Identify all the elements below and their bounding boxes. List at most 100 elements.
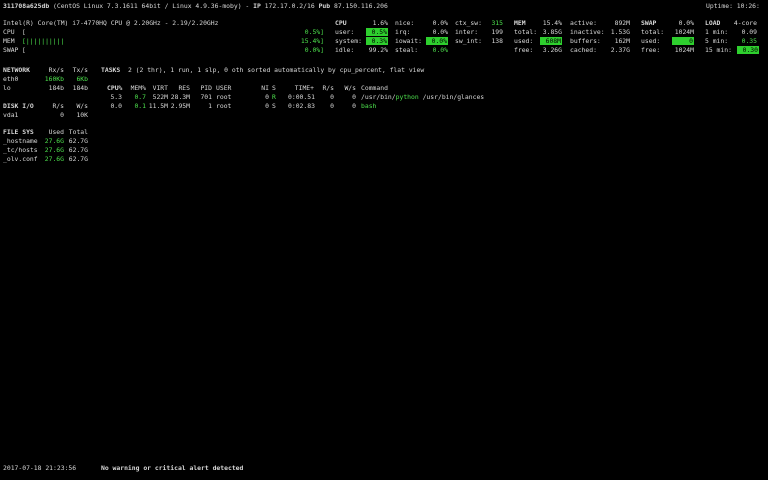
proc-col-ni[interactable]: NI <box>259 84 269 92</box>
mem-active-value: 892M <box>614 19 630 27</box>
proc-col-pid[interactable]: PID <box>198 84 212 92</box>
proc-col-mem[interactable]: MEM% <box>126 84 146 92</box>
cpu-system-value: 0.3% <box>366 37 388 46</box>
network-eth0-tx: 6Kb <box>76 75 88 83</box>
filesys-mount: _hostname <box>3 137 38 145</box>
proc-row-virt: 522M <box>152 93 168 101</box>
quicklook-mem-value: 15.4%] <box>300 37 324 45</box>
filesys-title: FILE SYS <box>3 128 34 136</box>
proc-col-ws[interactable]: W/s <box>342 84 356 92</box>
network-eth0-rx: 160Kb <box>44 75 64 83</box>
swap-title: SWAP <box>641 19 657 27</box>
network-iface-eth0: eth0 <box>3 75 19 83</box>
proc-row-virt: 11.5M <box>148 102 168 110</box>
cpu-steal-label: steal: <box>395 46 419 54</box>
filesys-mount: _olv.conf <box>3 155 38 163</box>
mem-title: MEM <box>514 19 526 27</box>
cpu-irq-label: irq: <box>395 28 411 36</box>
proc-row-ni: 0 <box>265 102 269 110</box>
load-1min-value: 0.09 <box>741 28 757 36</box>
tasks-summary: 2 (2 thr), 1 run, 1 slp, 0 oth sorted au… <box>127 66 425 74</box>
quicklook-swap-value: 0.0%] <box>304 46 324 54</box>
quicklook-cpu-bar: [ <box>22 28 26 36</box>
command-name: bash <box>361 102 377 110</box>
filesys-mount-total: 62.7G <box>68 137 88 145</box>
mem-inactive-label: inactive: <box>570 28 605 36</box>
proc-row-command: /usr/bin/python /usr/bin/glances <box>361 93 484 101</box>
swap-free-value: 1024M <box>674 46 694 54</box>
quicklook-swap-label: SWAP <box>3 46 19 54</box>
command-name: python <box>395 93 419 101</box>
diskio-w-header: W/s <box>76 102 88 110</box>
cpu-idle-label: idle: <box>335 46 355 54</box>
diskio-device-w: 10K <box>76 111 88 119</box>
cpu-inter-label: inter: <box>455 28 479 36</box>
proc-row-cpu: 5.3 <box>110 93 122 101</box>
load-15min-label: 15 min: <box>705 46 732 54</box>
cpu-nice-value: 0.0% <box>432 19 448 27</box>
filesys-mount: _tc/hosts <box>3 146 38 154</box>
diskio-title: DISK I/O <box>3 102 34 110</box>
mem-total-label: total: <box>514 28 538 36</box>
mem-free-label: free: <box>514 46 534 54</box>
proc-col-virt[interactable]: VIRT <box>148 84 168 92</box>
proc-row-ws: 0 <box>352 102 356 110</box>
diskio-r-header: R/s <box>52 102 64 110</box>
network-tx-header: Tx/s <box>72 66 88 74</box>
proc-row-pid: 701 <box>200 93 212 101</box>
cpu-model: Intel(R) Core(TM) i7-4770HQ CPU @ 2.20GH… <box>3 19 219 27</box>
cpu-total: 1.6% <box>372 19 388 27</box>
swap-used-label: used: <box>641 37 661 45</box>
pub-label: Pub <box>318 2 331 10</box>
ip-separator: - <box>241 2 254 10</box>
swap-used-value: 0 <box>672 37 694 46</box>
proc-col-user[interactable]: USER <box>216 84 231 92</box>
mem-buffers-label: buffers: <box>570 37 601 45</box>
command-args: /usr/bin/glances <box>418 93 485 101</box>
proc-row-res: 28.3M <box>170 93 190 101</box>
swap-total-value: 1024M <box>674 28 694 36</box>
ip-label: IP <box>253 2 261 10</box>
proc-row-mem: 0.7 <box>134 93 146 101</box>
mem-buffers-value: 162M <box>614 37 630 45</box>
proc-col-rs[interactable]: R/s <box>320 84 334 92</box>
proc-col-status[interactable]: S <box>272 84 276 92</box>
proc-row-mem: 0.1 <box>134 102 146 110</box>
load-5min-value: 0.35 <box>741 37 757 45</box>
cpu-user-value: 0.5% <box>366 28 388 37</box>
mem-total-percent: 15.4% <box>542 19 562 27</box>
cpu-iowait-value: 0.0% <box>426 37 448 46</box>
header-bar: 311708a625db (CentOS Linux 7.3.1611 64bi… <box>3 2 388 10</box>
proc-col-res[interactable]: RES <box>170 84 190 92</box>
proc-row-user: root <box>216 93 232 101</box>
mem-used-value: 608M <box>540 37 562 46</box>
proc-col-command[interactable]: Command <box>361 84 388 92</box>
quicklook-swap-bar: [ <box>22 46 26 54</box>
mem-cached-value: 2.37G <box>610 46 630 54</box>
cpu-system-label: system: <box>335 37 362 45</box>
proc-row-rs: 0 <box>330 93 334 101</box>
cpu-ctxsw-label: ctx_sw: <box>455 19 482 27</box>
footer-datetime: 2017-07-18 21:23:56 <box>3 464 77 472</box>
cpu-nice-label: nice: <box>395 19 415 27</box>
uptime: Uptime: 10:26: <box>706 2 760 10</box>
filesys-mount-used: 27.6G <box>44 137 64 145</box>
system-info: (CentOS Linux 7.3.1611 64bit / Linux 4.9… <box>53 2 242 10</box>
proc-row-pid: 1 <box>208 102 212 110</box>
filesys-mount-total: 62.7G <box>68 146 88 154</box>
filesys-mount-used: 27.6G <box>44 155 64 163</box>
proc-row-status: R <box>272 93 276 101</box>
proc-row-cpu: 0.0 <box>110 102 122 110</box>
cpu-swint-label: sw_int: <box>455 37 482 45</box>
proc-col-cpu[interactable]: CPU% <box>107 84 122 92</box>
network-lo-rx: 184b <box>48 84 64 92</box>
proc-row-command: bash <box>361 102 376 110</box>
cpu-ctxsw-value: 315 <box>491 19 503 27</box>
mem-active-label: active: <box>570 19 597 27</box>
cpu-idle-value: 99.2% <box>368 46 388 54</box>
pub-ip-value: 87.150.116.206 <box>333 2 388 10</box>
cpu-swint-value: 138 <box>491 37 503 45</box>
proc-col-time[interactable]: TIME+ <box>288 84 314 92</box>
mem-used-label: used: <box>514 37 534 45</box>
quicklook-cpu-value: 0.5%] <box>304 28 324 36</box>
